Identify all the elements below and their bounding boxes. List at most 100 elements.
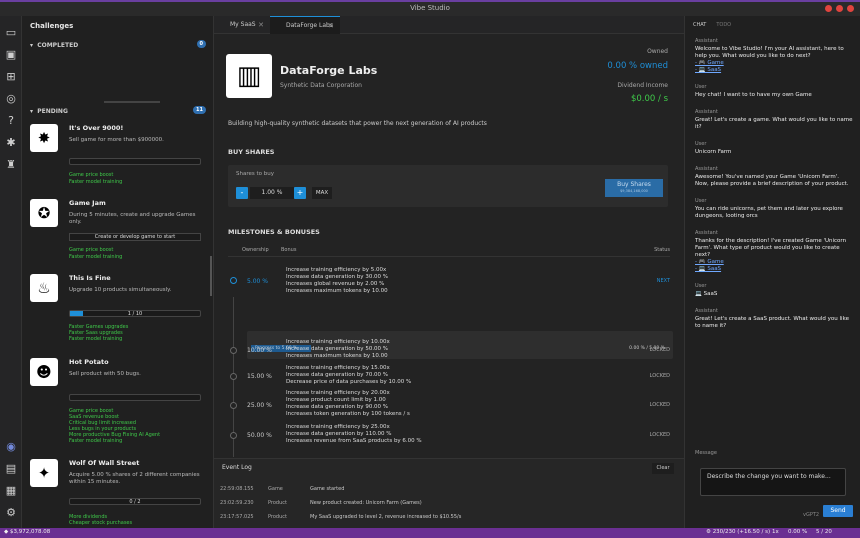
- chat-message: Assistant Awesome! You've named your Game…: [695, 166, 853, 188]
- completed-section-header[interactable]: ▾ COMPLETED 0: [30, 40, 206, 49]
- minimize-window-icon[interactable]: [836, 5, 843, 12]
- challenge-desc: Sell game for more than $900000.: [69, 137, 164, 143]
- message-role: User: [695, 141, 707, 147]
- tab-my-saas[interactable]: My SaaS ✕: [214, 16, 270, 34]
- message-text: Hey chat! I want to to have my own Game: [695, 92, 812, 98]
- milestone-dot: [230, 373, 237, 380]
- message-role: Assistant: [695, 38, 718, 44]
- chat-message: Assistant Great! Let's create a SaaS prod…: [695, 308, 853, 330]
- save-icon[interactable]: ▦: [4, 484, 18, 498]
- close-tab-icon[interactable]: ✕: [258, 16, 264, 34]
- increase-shares-button[interactable]: +: [294, 187, 306, 199]
- chat-message: User Hey chat! I want to to have my own G…: [695, 84, 853, 99]
- message-input[interactable]: Describe the change you want to make...: [700, 468, 846, 496]
- challenge-progress: [69, 158, 201, 165]
- pending-section-header[interactable]: ▾ PENDING 11: [30, 106, 206, 115]
- studio-icon[interactable]: ▤: [4, 462, 18, 476]
- reward: Game price boost: [69, 172, 114, 178]
- challenge-progress: 0 / 2: [69, 498, 201, 505]
- challenge-title: Game Jam: [69, 199, 106, 207]
- target-icon[interactable]: ◎: [4, 92, 18, 106]
- model-selector[interactable]: vGPT2: [803, 512, 819, 518]
- message-link[interactable]: - 💻 SaaS: [695, 266, 853, 273]
- gamepad-icon: ✪: [30, 199, 58, 227]
- clear-log-button[interactable]: Clear: [652, 463, 674, 474]
- company-name: DataForge Labs: [280, 64, 378, 77]
- buy-shares-button[interactable]: Buy Shares $9,384,168,000: [605, 179, 663, 197]
- completed-scrollbar[interactable]: [104, 101, 160, 103]
- message-text: Welcome to Vibe Studio! I'm your AI assi…: [695, 46, 844, 59]
- tab-bar: My SaaS ✕ DataForge Labs ✕: [214, 16, 684, 34]
- money-value: ◆ $3,972,078.08: [4, 529, 51, 535]
- message-link[interactable]: - 🎮 Game: [695, 60, 853, 67]
- challenge-progress: [69, 394, 201, 401]
- buy-shares-header: BUY SHARES: [228, 148, 275, 156]
- owned-value: 0.00 % owned: [607, 61, 668, 71]
- chat-message: Assistant Thanks for the description! I'v…: [695, 230, 853, 273]
- message-role: User: [695, 84, 707, 90]
- apps-icon[interactable]: ⊞: [4, 70, 18, 84]
- challenge-desc: Sell product with 50 bugs.: [69, 371, 141, 377]
- question-icon[interactable]: ?: [4, 114, 18, 128]
- message-link[interactable]: - 🎮 Game: [695, 259, 853, 266]
- status-bar: ◆ $3,972,078.08 ⚙ 230/230 (+16.50 / s) 1…: [0, 528, 860, 538]
- reward: Faster model training: [69, 254, 123, 260]
- tokens-value: ⚙ 230/230 (+16.50 / s): [706, 529, 771, 535]
- close-window-icon[interactable]: [825, 5, 832, 12]
- company-panel: ▥ DataForge Labs Synthetic Data Corporat…: [214, 34, 684, 458]
- pending-count-badge: 11: [193, 106, 206, 114]
- send-button[interactable]: Send: [823, 505, 853, 517]
- close-tab-icon[interactable]: ✕: [328, 17, 334, 35]
- chat-messages: Assistant Welcome to Vibe Studio! I'm you…: [695, 38, 853, 458]
- shares-percent-input[interactable]: 1.00 %: [250, 187, 294, 199]
- tab-chat[interactable]: CHAT: [693, 22, 706, 28]
- col-ownership: Ownership: [242, 247, 269, 253]
- message-text: Great! Let's create a SaaS product. What…: [695, 316, 849, 329]
- create-game-button[interactable]: Create or develop game to start: [69, 233, 201, 241]
- milestone-dot: [230, 347, 237, 354]
- message-link[interactable]: - 💻 SaaS: [695, 67, 853, 74]
- icon-rail: ▭ ▣ ⊞ ◎ ? ✱ ♜ ◉ ▤ ▦ ⚙: [0, 16, 22, 528]
- message-text: Unicorn Farm: [695, 149, 732, 155]
- bug-icon[interactable]: ✱: [4, 136, 18, 150]
- monitor-icon[interactable]: ▭: [4, 26, 18, 40]
- decrease-shares-button[interactable]: -: [236, 187, 248, 199]
- settings-gear-icon[interactable]: ⚙: [4, 506, 18, 520]
- chip-icon[interactable]: ▣: [4, 48, 18, 62]
- tab-todo[interactable]: TODO: [716, 22, 731, 28]
- milestone-row: 50.00 % Increase training efficiency by …: [214, 424, 684, 456]
- challenge-title: This Is Fine: [69, 274, 111, 282]
- milestone-dot: [230, 402, 237, 409]
- maximize-window-icon[interactable]: [847, 5, 854, 12]
- reward: Cheaper stock purchases: [69, 520, 133, 526]
- message-role: Assistant: [695, 109, 718, 115]
- challenges-scrollbar[interactable]: [210, 256, 212, 296]
- tab-dataforge-labs[interactable]: DataForge Labs ✕: [270, 16, 340, 34]
- challenge-progress: 1 / 10: [69, 310, 201, 317]
- col-bonus: Bonus: [281, 247, 297, 253]
- dividend-value: $0.00 / s: [630, 94, 668, 104]
- challenges-panel: Challenges ▾ COMPLETED 0 ▾ PENDING 11 ✸ It…: [22, 16, 214, 528]
- main-panel: My SaaS ✕ DataForge Labs ✕ ▥ DataForge Lab…: [214, 16, 684, 528]
- discord-icon[interactable]: ◉: [4, 440, 18, 454]
- chat-panel: CHAT TODO Assistant Welcome to Vibe Studio…: [684, 16, 860, 528]
- challenge-desc: During 5 minutes, create and upgrade Gam…: [69, 212, 196, 225]
- milestone-status: LOCKED: [649, 402, 670, 408]
- reward: Game price boost: [69, 247, 114, 253]
- reward: Faster model training: [69, 336, 123, 342]
- chat-message: User You can ride unicorns, pet them and …: [695, 198, 853, 220]
- chat-message: Assistant Welcome to Vibe Studio! I'm you…: [695, 38, 853, 74]
- event-log: Event Log Clear 22:59:08.155 Game Game sta…: [214, 458, 684, 528]
- title-bar: Vibe Studio: [0, 0, 860, 16]
- buy-shares-box: Shares to buy - 1.00 % + MAX Buy Shares $…: [228, 165, 668, 207]
- company-subtitle: Synthetic Data Corporation: [280, 82, 362, 89]
- completed-count-badge: 0: [196, 40, 206, 48]
- milestone-dot: [230, 432, 237, 439]
- message-role: Assistant: [695, 166, 718, 172]
- message-text: You can ride unicorns, pet them and late…: [695, 206, 843, 219]
- multiplier-value: 1x: [772, 529, 779, 535]
- milestone-status: LOCKED: [649, 373, 670, 379]
- trophy-icon[interactable]: ♜: [4, 158, 18, 172]
- challenge-title: Hot Potato: [69, 358, 109, 366]
- max-shares-button[interactable]: MAX: [312, 187, 332, 199]
